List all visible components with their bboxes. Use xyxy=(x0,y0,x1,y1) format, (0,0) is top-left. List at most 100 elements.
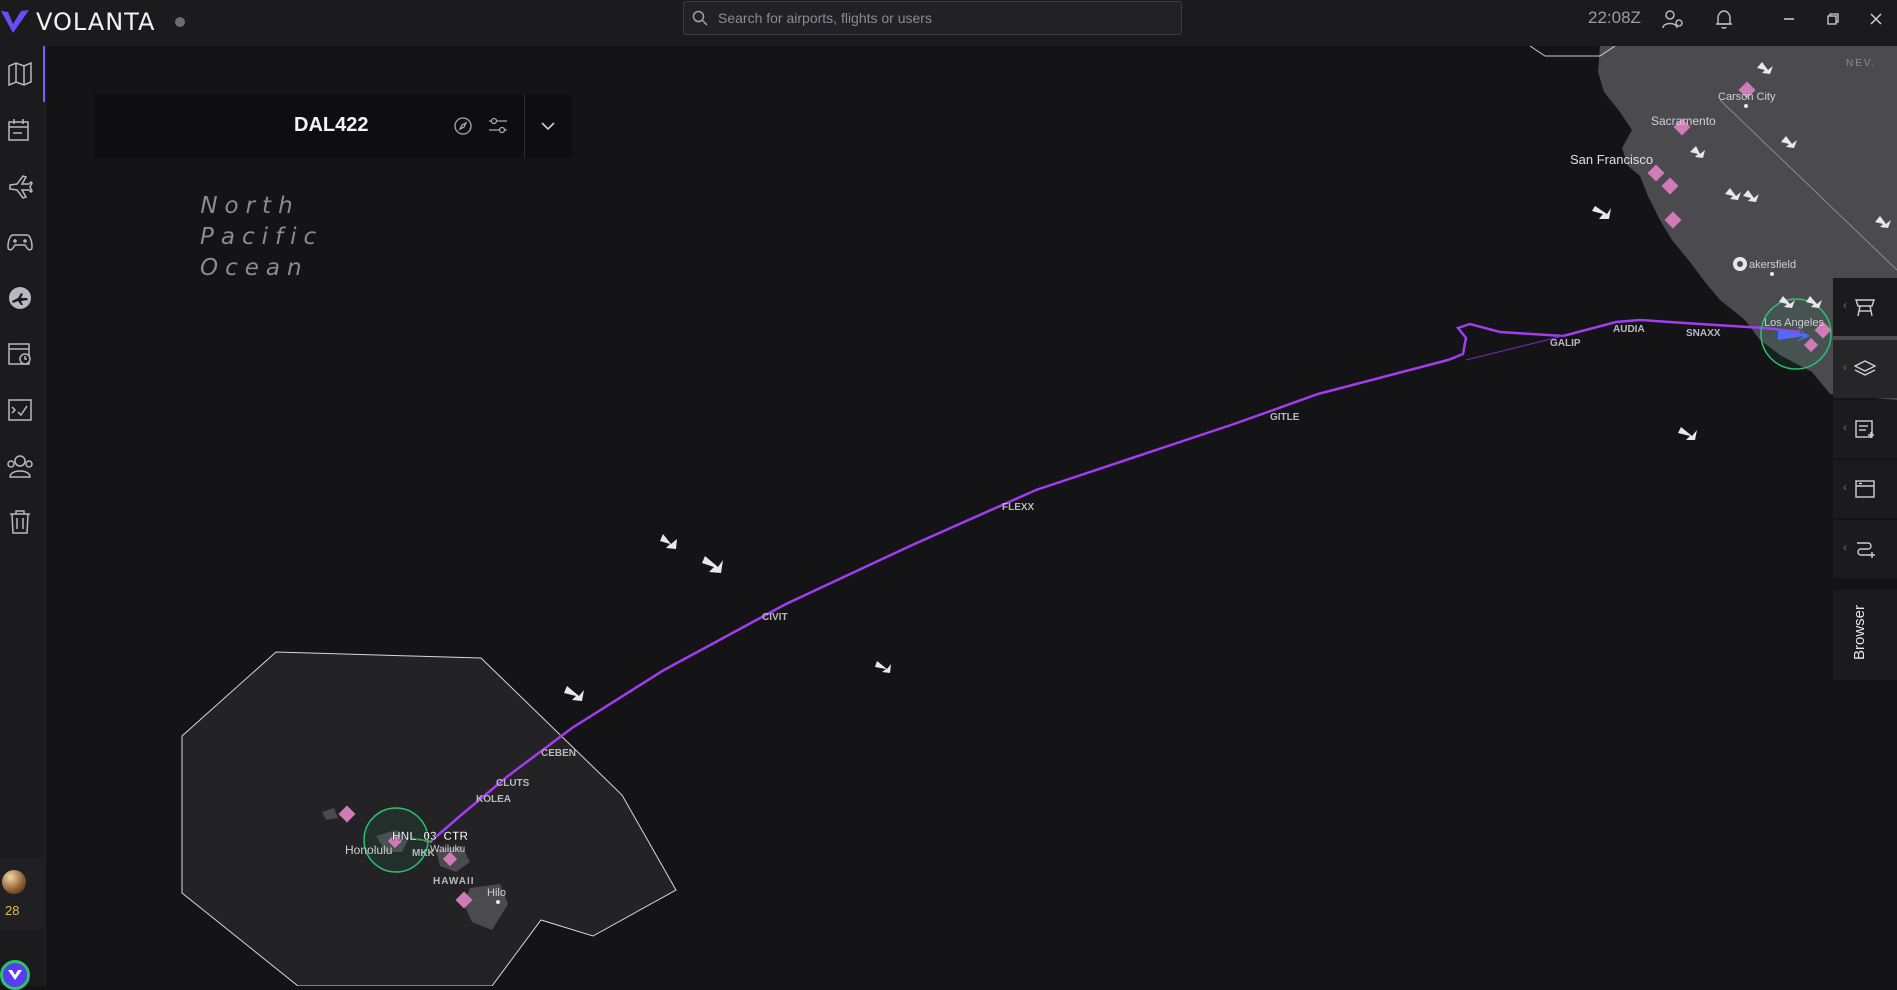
top-bar: VOLANTA 22:08Z xyxy=(0,0,1897,46)
chevron-left-icon: ‹ xyxy=(1843,540,1847,554)
sidebar-item-map[interactable] xyxy=(0,52,40,96)
browser-tab[interactable]: Browser xyxy=(1833,590,1897,680)
search-box[interactable] xyxy=(683,1,1182,35)
right-rail-route[interactable]: ‹ xyxy=(1833,520,1897,578)
state-nev: NEV. xyxy=(1846,58,1876,69)
label-mkk: MKK xyxy=(412,848,436,859)
browser-tab-label: Browser xyxy=(1851,604,1868,660)
waypoint-gitle: GITLE xyxy=(1270,412,1300,423)
city-carson-city: Carson City xyxy=(1718,91,1776,103)
search-icon xyxy=(692,10,708,26)
close-icon xyxy=(1870,13,1882,25)
volanta-v-icon xyxy=(8,970,22,980)
ocean-label-line-2: Pacific xyxy=(200,224,324,250)
atc-tower-icon xyxy=(1855,299,1875,317)
sidebar-item-gaming[interactable] xyxy=(0,220,40,264)
hilo-dot xyxy=(496,900,500,904)
notes-icon xyxy=(1855,420,1874,438)
notifications-button[interactable] xyxy=(1711,6,1737,32)
flights-icon xyxy=(9,175,33,199)
brand-name: VOLANTA xyxy=(36,8,156,36)
search-input[interactable] xyxy=(716,9,1160,27)
layers-icon xyxy=(1854,360,1876,376)
map-icon xyxy=(8,62,32,86)
sidebar-item-flights[interactable] xyxy=(0,164,40,208)
waypoint-civit: CIVIT xyxy=(762,612,788,623)
flight-callsign: DAL422 xyxy=(294,114,369,136)
city-honolulu: Honolulu xyxy=(345,843,392,857)
city-san-francisco: San Francisco xyxy=(1570,152,1653,167)
flight-route-direct xyxy=(1465,335,1564,361)
chevron-left-icon: ‹ xyxy=(1843,360,1847,374)
sidebar-item-flight-planner[interactable] xyxy=(0,108,40,152)
chevron-left-icon: ‹ xyxy=(1843,420,1847,434)
waypoint-kolea: KOLEA xyxy=(476,794,511,805)
restore-icon xyxy=(1827,13,1839,25)
schedule-icon xyxy=(8,343,31,365)
waypoint-ceben: CEBEN xyxy=(541,748,576,759)
right-rail-layers[interactable]: ‹ xyxy=(1833,340,1897,398)
panel-divider xyxy=(524,94,525,158)
waypoint-flexx: FLEXX xyxy=(1002,502,1035,513)
ocean-label-line-1: North xyxy=(200,193,300,219)
filter-button[interactable] xyxy=(486,114,510,138)
flight-planner-icon xyxy=(8,119,29,141)
flight-panel: DAL422 xyxy=(94,94,572,158)
user-profile[interactable]: 28 xyxy=(0,858,44,930)
checklist-icon xyxy=(8,399,32,421)
label-hawaii: HAWAII xyxy=(433,876,475,887)
gamepad-icon xyxy=(7,234,33,251)
friends-button[interactable] xyxy=(1660,6,1686,32)
connection-status-dot xyxy=(175,17,186,27)
right-rail-atc[interactable]: ‹ xyxy=(1833,278,1897,336)
city-los-angeles: Los Angeles xyxy=(1764,317,1824,329)
trash-icon xyxy=(10,510,30,534)
right-rail-notes[interactable]: ‹ xyxy=(1833,400,1897,458)
avatar[interactable] xyxy=(2,870,26,894)
ocean-label: North Pacific Ocean xyxy=(200,191,324,284)
restore-button[interactable] xyxy=(1820,6,1846,32)
users-icon xyxy=(7,455,33,478)
waypoint-cluts: CLUTS xyxy=(496,778,530,789)
city-sacramento: Sacramento xyxy=(1651,114,1716,128)
bell-icon xyxy=(1716,10,1732,29)
sidebar-item-trash[interactable] xyxy=(0,500,40,544)
sidebar-item-community[interactable] xyxy=(0,276,40,320)
sidebar-item-schedule[interactable] xyxy=(0,332,40,376)
expand-panel-button[interactable] xyxy=(536,114,560,138)
left-sidebar: 28 xyxy=(0,46,46,990)
user-settings-icon xyxy=(1662,10,1683,29)
community-icon xyxy=(9,287,31,309)
brand[interactable]: VOLANTA xyxy=(0,4,186,40)
minimize-button[interactable] xyxy=(1776,6,1802,32)
compass-icon xyxy=(454,117,472,135)
sliders-icon xyxy=(489,117,507,134)
chevron-left-icon: ‹ xyxy=(1843,480,1847,494)
close-button[interactable] xyxy=(1863,6,1889,32)
waypoint-audia: AUDIA xyxy=(1613,324,1645,335)
city-hilo: Hilo xyxy=(487,887,506,899)
user-flight-count: 28 xyxy=(5,903,20,918)
chevron-left-icon: ‹ xyxy=(1843,298,1847,312)
waypoint-galip: GALIP xyxy=(1550,338,1581,349)
camera-lens xyxy=(1737,261,1743,267)
city-wailuku: Wailuku xyxy=(430,844,465,855)
minimize-icon xyxy=(1784,18,1794,20)
waypoint-snaxx: SNAXX xyxy=(1686,328,1721,339)
ocean-label-line-3: Ocean xyxy=(200,255,309,281)
right-rail-window[interactable]: ‹ xyxy=(1833,460,1897,518)
map-canvas[interactable]: Carson City Sacramento San Francisco ake… xyxy=(45,46,1897,986)
bakersfield-dot xyxy=(1770,272,1774,276)
atc-sector-label: HNL_03_CTR xyxy=(392,829,468,843)
map-layer: Carson City Sacramento San Francisco ake… xyxy=(181,46,1897,986)
route-icon xyxy=(1857,542,1875,558)
utc-clock: 22:08Z xyxy=(1588,8,1641,27)
carson-city-dot xyxy=(1744,104,1748,108)
hawaii-fir-boundary xyxy=(181,651,677,986)
sidebar-item-users[interactable] xyxy=(0,444,40,488)
window-icon xyxy=(1855,480,1875,498)
compass-button[interactable] xyxy=(451,114,475,138)
sidebar-item-checklist[interactable] xyxy=(0,388,40,432)
flight-route xyxy=(429,318,1801,843)
city-bakersfield: akersfield xyxy=(1749,259,1796,271)
